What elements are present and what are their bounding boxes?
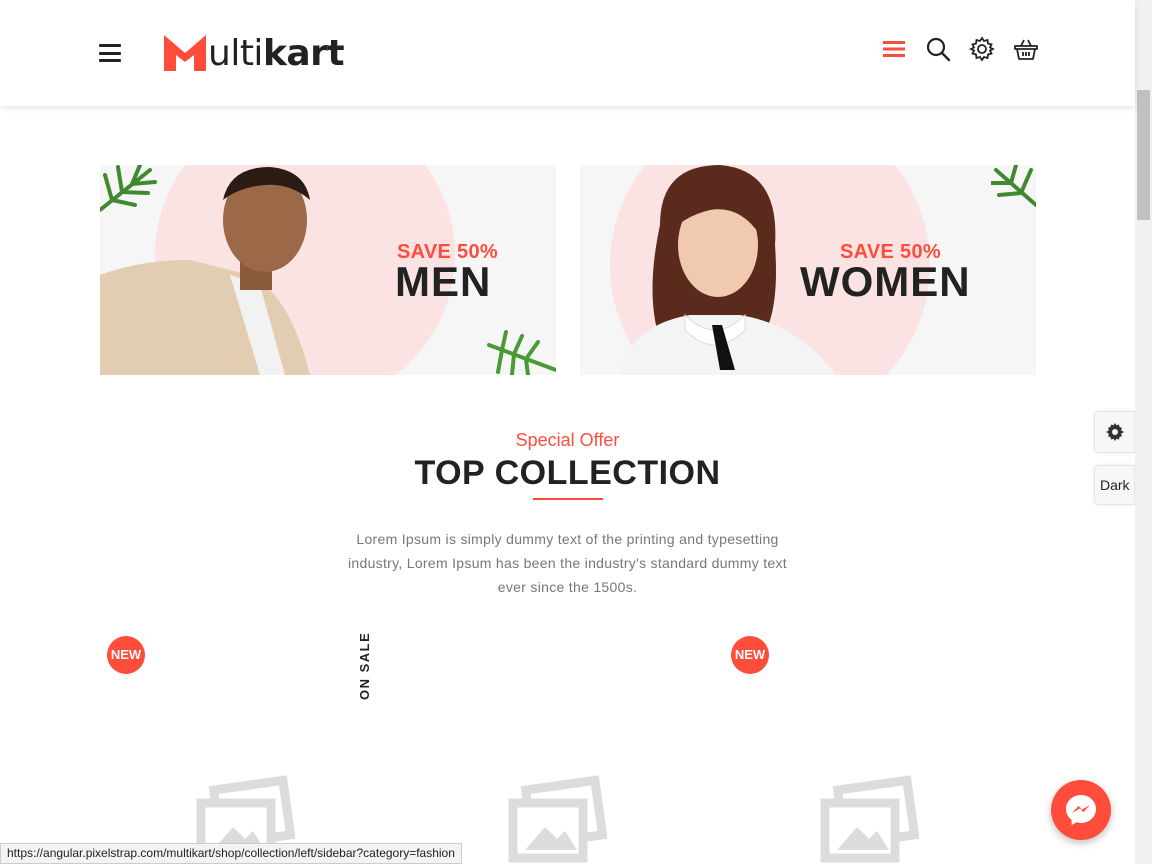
logo-text: ultikart [208, 33, 345, 74]
image-placeholder-icon [820, 775, 919, 863]
category-menu-icon[interactable] [881, 36, 907, 62]
new-badge: NEW [107, 636, 145, 674]
banner-women[interactable]: SAVE 50% WOMEN [580, 165, 1036, 375]
leaf-decoration-icon [991, 165, 1036, 207]
site-header: ultikart [0, 0, 1135, 106]
messenger-chat-button[interactable] [1051, 780, 1111, 840]
search-icon[interactable] [925, 36, 951, 62]
product-card[interactable] [412, 630, 712, 864]
image-placeholder-icon [508, 775, 607, 863]
section-title: TOP COLLECTION [414, 454, 721, 492]
settings-gear-icon[interactable] [968, 36, 996, 62]
banner-women-title: WOMEN [800, 258, 971, 305]
product-card[interactable]: NEW [100, 630, 400, 864]
messenger-icon [1066, 795, 1096, 825]
man-model-image [100, 167, 310, 375]
title-underline [533, 498, 603, 500]
product-card[interactable]: NEW [724, 630, 1024, 864]
leaf-decoration-icon [487, 330, 556, 375]
page-scrollbar[interactable] [1135, 0, 1152, 864]
section-subtitle: Special Offer [515, 430, 620, 450]
browser-status-url: https://angular.pixelstrap.com/multikart… [0, 843, 462, 864]
gear-icon [1105, 423, 1124, 441]
on-sale-label: ON SALE [357, 631, 372, 700]
banner-men-title: MEN [395, 258, 492, 305]
logo-m-icon [164, 35, 206, 71]
scrollbar-thumb[interactable] [1137, 90, 1150, 220]
section-description: Lorem Ipsum is simply dummy text of the … [347, 531, 787, 595]
theme-settings-button[interactable] [1094, 411, 1135, 453]
menu-hamburger-icon[interactable] [99, 44, 121, 62]
header-icons [881, 36, 1039, 62]
dark-mode-toggle[interactable]: Dark [1094, 465, 1135, 505]
banner-men[interactable]: SAVE 50% MEN [100, 165, 556, 375]
site-logo[interactable]: ultikart [164, 30, 345, 74]
cart-basket-icon[interactable] [1013, 36, 1039, 62]
new-badge: NEW [731, 636, 769, 674]
